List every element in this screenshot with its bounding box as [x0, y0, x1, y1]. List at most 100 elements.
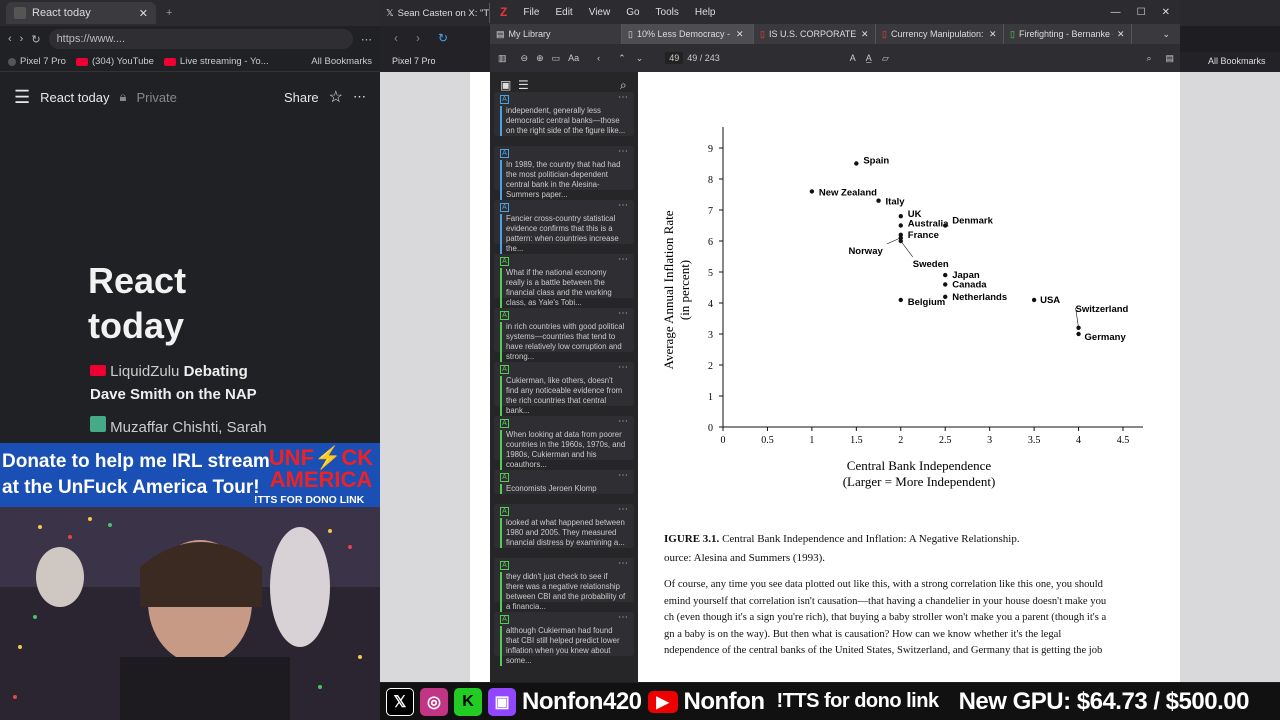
annotation-menu-icon[interactable]: ⋯ — [618, 92, 628, 103]
annotation-menu-icon[interactable]: ⋯ — [618, 254, 628, 265]
share-button[interactable]: Share — [284, 90, 319, 105]
minimize-icon[interactable]: — — [1111, 7, 1121, 18]
back-icon[interactable]: ‹ — [8, 33, 12, 45]
zoom-out-icon[interactable]: ⊖ — [521, 53, 529, 64]
back-icon[interactable]: ‹ — [394, 31, 398, 45]
bookmark-item[interactable]: Pixel 7 Pro — [392, 56, 436, 66]
close-tab-icon[interactable]: ✕ — [989, 29, 997, 40]
forward-icon[interactable]: › — [416, 31, 420, 45]
appearance-icon[interactable]: Aa — [568, 53, 579, 63]
search-icon[interactable]: ⌕ — [1146, 53, 1151, 64]
reload-icon[interactable]: ↻ — [31, 33, 40, 46]
data-label: USA — [1040, 295, 1060, 306]
toggle-sidebar-icon[interactable]: ▥ — [498, 53, 507, 64]
annotation-menu-icon[interactable]: ⋯ — [618, 558, 628, 569]
data-point — [898, 214, 903, 219]
annotation-card[interactable]: A ⋯ Cukierman, like others, doesn't find a… — [494, 362, 634, 416]
extensions-icon[interactable]: ⋯ — [361, 33, 372, 46]
highlight-tool-icon[interactable]: A — [850, 53, 856, 63]
annotation-menu-icon[interactable]: ⋯ — [618, 612, 628, 623]
annotation-card[interactable]: A ⋯ When looking at data from poorer count… — [494, 416, 634, 470]
annotation-menu-icon[interactable]: ⋯ — [618, 504, 628, 515]
y-tick-label: 7 — [708, 206, 713, 217]
close-icon[interactable]: ✕ — [1162, 7, 1170, 18]
annotation-menu-icon[interactable]: ⋯ — [618, 362, 628, 373]
annotation-menu-icon[interactable]: ⋯ — [618, 308, 628, 319]
next-page-icon[interactable]: ⌄ — [636, 53, 644, 64]
maximize-icon[interactable]: ☐ — [1137, 7, 1146, 18]
context-pane-icon[interactable]: ▤ — [1165, 53, 1174, 64]
tab-pdf-10-less-democracy[interactable]: ▯ 10% Less Democracy - Jon ✕ — [622, 24, 754, 44]
menu-view[interactable]: View — [589, 7, 611, 18]
annotation-menu-icon[interactable]: ⋯ — [618, 470, 628, 481]
annotation-menu-icon[interactable]: ⋯ — [618, 200, 628, 211]
menu-icon[interactable]: ☰ — [14, 87, 30, 108]
tab-my-library[interactable]: ▤ My Library — [490, 24, 622, 44]
youtube-icon — [75, 57, 88, 66]
annotation-card[interactable]: A ⋯ In 1989, the country that had had the … — [494, 146, 634, 200]
highlight-icon: A — [500, 365, 509, 374]
annotation-menu-icon[interactable]: ⋯ — [618, 416, 628, 427]
forward-icon[interactable]: › — [20, 33, 24, 45]
webcam-image — [0, 507, 380, 720]
bookmark-item[interactable]: (304) YouTube — [75, 56, 154, 67]
zotero-logo-icon: Z — [500, 5, 508, 19]
tabs-dropdown-icon[interactable]: ⌄ — [1162, 29, 1180, 40]
list-item[interactable]: Muzaffar Chishti, Sarah — [90, 416, 267, 436]
annotation-card[interactable]: A ⋯ they didn't just check to see if there… — [494, 558, 634, 612]
new-tab-icon[interactable]: + — [166, 7, 172, 19]
left-url-bar[interactable]: https://www.... — [48, 29, 353, 49]
zoom-in-icon[interactable]: ⊕ — [536, 53, 544, 64]
close-tab-icon[interactable]: ✕ — [139, 7, 148, 20]
annotation-card[interactable]: A ⋯ in rich countries with good political … — [494, 308, 634, 362]
tab-pdf-firefighting[interactable]: ▯ Firefighting - Bernanke et ✕ — [1004, 24, 1132, 44]
close-tab-icon[interactable]: ✕ — [1117, 29, 1125, 40]
bookmark-item[interactable]: Live streaming - Yo... — [163, 56, 269, 67]
y-tick-label: 5 — [708, 268, 713, 279]
data-label: Denmark — [952, 216, 993, 227]
close-tab-icon[interactable]: ✕ — [736, 29, 744, 40]
fit-page-icon[interactable]: ▭ — [552, 53, 561, 64]
x-tick-label: 2.5 — [939, 435, 952, 446]
zotero-tab-bar: ▤ My Library ▯ 10% Less Democracy - Jon … — [490, 24, 1180, 44]
more-icon[interactable]: ⋯ — [353, 89, 366, 105]
right-tab[interactable]: 𝕏 Sean Casten on X: "This " — [380, 3, 490, 23]
left-url-text: https://www.... — [56, 33, 126, 45]
annotation-card[interactable]: A ⋯ What if the national economy really is… — [494, 254, 634, 308]
left-tab[interactable]: React today ✕ — [6, 2, 156, 24]
page-number-input[interactable]: 49 — [665, 52, 684, 64]
annotation-card[interactable]: A ⋯ independent, generally less democratic… — [494, 92, 634, 136]
tab-pdf-corporate-income[interactable]: ▯ IS U.S. CORPORATE INCO ✕ — [754, 24, 876, 44]
annotations-view-icon[interactable]: ▣ — [500, 78, 511, 92]
annotation-card[interactable]: A ⋯ Fancier cross-country statistical evid… — [494, 200, 634, 254]
bookmark-item[interactable]: Pixel 7 Pro — [8, 56, 66, 67]
menu-file[interactable]: File — [523, 7, 539, 18]
menu-tools[interactable]: Tools — [656, 7, 679, 18]
outline-view-icon[interactable]: ☰ — [518, 78, 529, 92]
list-item[interactable]: LiquidZulu Debating — [90, 363, 248, 380]
menu-go[interactable]: Go — [626, 7, 639, 18]
all-bookmarks[interactable]: All Bookmarks — [1208, 56, 1266, 66]
all-bookmarks[interactable]: All Bookmarks — [311, 56, 372, 67]
previous-page-icon[interactable]: ⌃ — [618, 53, 626, 64]
note-tool-icon[interactable]: ▱ — [882, 53, 889, 64]
menu-edit[interactable]: Edit — [555, 7, 572, 18]
history-back-icon[interactable]: ‹ — [597, 53, 600, 63]
menu-help[interactable]: Help — [695, 7, 716, 18]
body-line: Of course, any time you see data plotted… — [664, 579, 1103, 590]
close-tab-icon[interactable]: ✕ — [861, 29, 869, 40]
annotation-menu-icon[interactable]: ⋯ — [618, 146, 628, 157]
tab-pdf-currency-manipulation[interactable]: ▯ Currency Manipulation: Re ✕ — [876, 24, 1004, 44]
reload-icon[interactable]: ↻ — [438, 31, 448, 45]
privacy-label[interactable]: Private — [136, 90, 176, 105]
underline-tool-icon[interactable]: A̲ — [866, 53, 872, 63]
annotation-text: looked at what happened between 1980 and… — [500, 518, 626, 548]
search-annotations-icon[interactable]: ⌕ — [620, 78, 627, 93]
star-icon[interactable]: ☆ — [329, 87, 343, 107]
annotation-card[interactable]: A ⋯ looked at what happened between 1980 a… — [494, 504, 634, 548]
annotation-card[interactable]: A ⋯ although Cukierman had found that CBI … — [494, 612, 634, 666]
annotation-card[interactable]: A ⋯ Economists Jeroen Klomp — [494, 470, 634, 494]
highlight-icon: A — [500, 419, 509, 428]
pdf-icon: ▯ — [628, 28, 633, 39]
highlight-icon: A — [500, 507, 509, 516]
